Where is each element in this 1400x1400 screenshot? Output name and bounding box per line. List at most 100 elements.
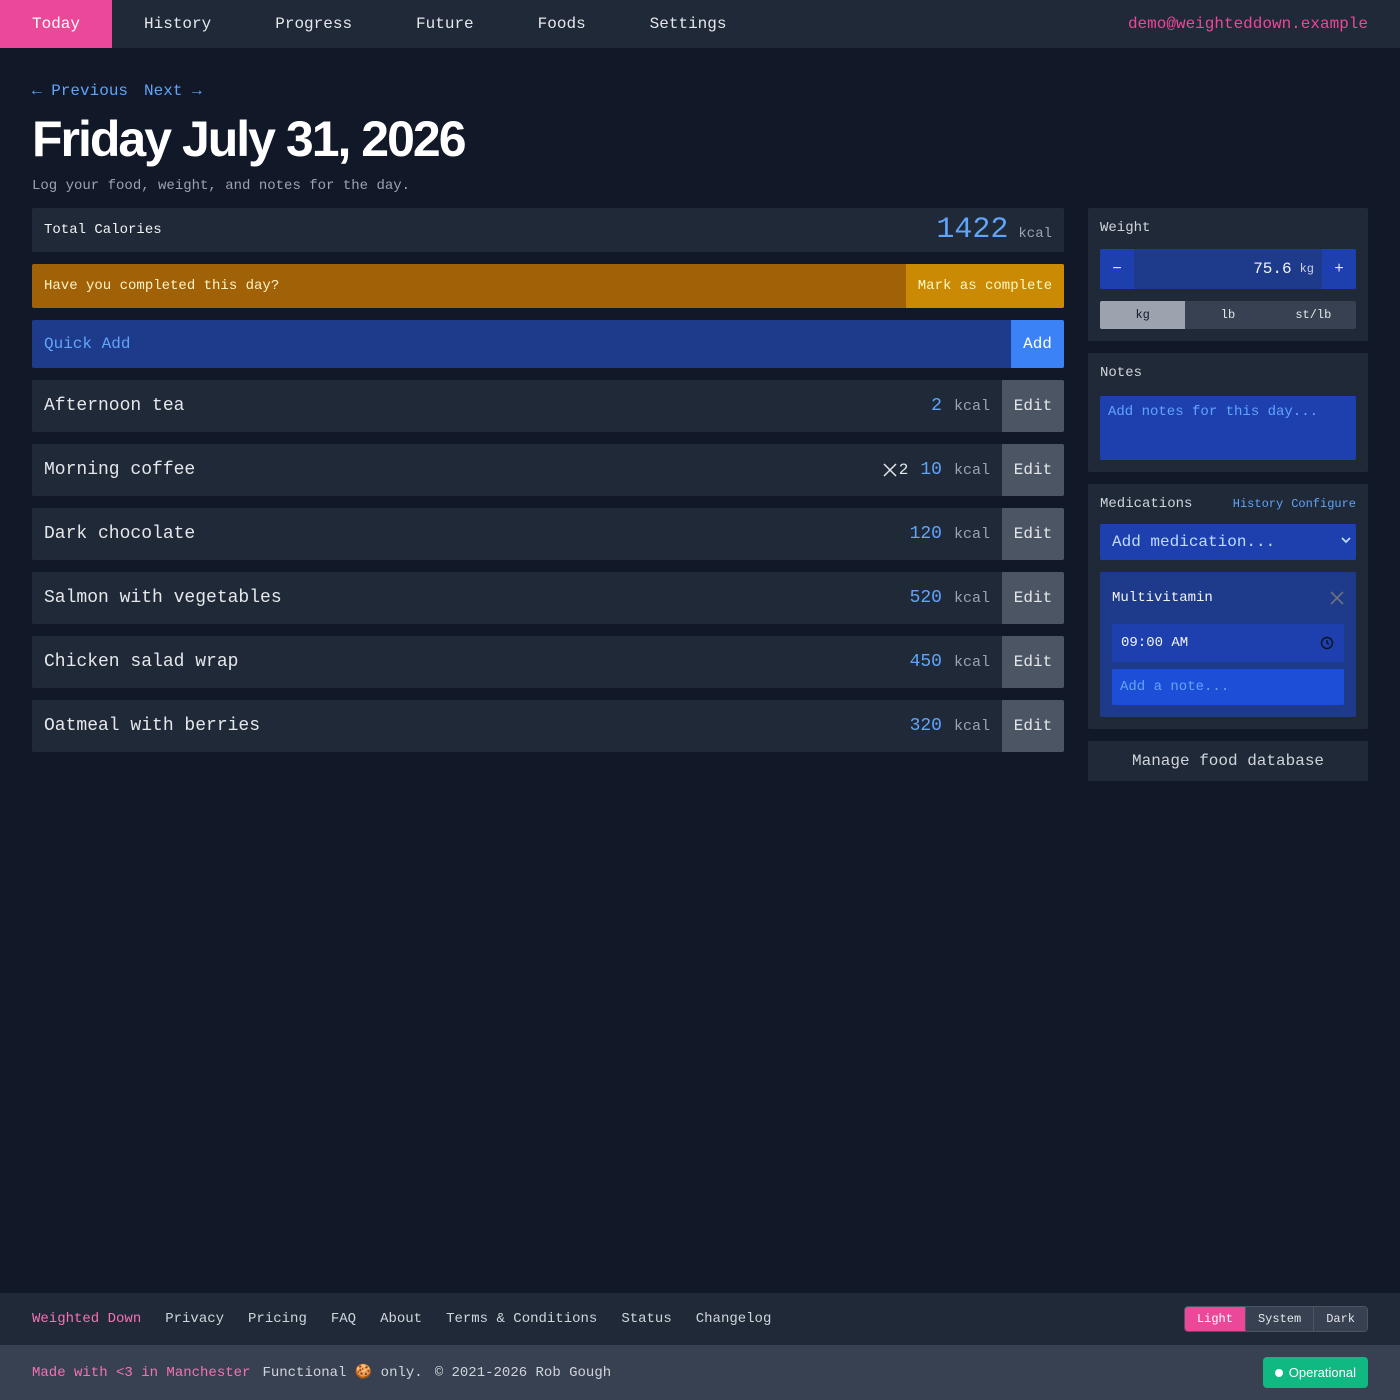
mark-complete-button[interactable]: Mark as complete: [906, 264, 1064, 308]
food-name: Chicken salad wrap: [44, 652, 239, 672]
medications-configure-link[interactable]: Configure: [1291, 497, 1356, 511]
next-day-link[interactable]: Next →: [144, 82, 202, 100]
nav-item-settings[interactable]: Settings: [618, 0, 759, 48]
medications-history-link[interactable]: History: [1233, 497, 1283, 511]
weight-decrease-button[interactable]: −: [1100, 249, 1134, 289]
page-title: Friday July 31, 2026: [32, 111, 467, 167]
weight-input[interactable]: 75.6 kg: [1134, 249, 1322, 289]
food-log-column: Total Calories 1422 kcal Have you comple…: [32, 208, 1064, 752]
weight-stepper: − 75.6 kg +: [1100, 249, 1356, 289]
food-kcal-unit: kcal: [953, 397, 990, 415]
date-navigation: ← Previous Next →: [32, 82, 202, 100]
food-kcal-unit: kcal: [953, 653, 990, 671]
close-icon[interactable]: [1330, 591, 1344, 605]
notes-panel: Notes Add notes for this day...: [1088, 353, 1368, 472]
medication-note-input[interactable]: Add a note...: [1112, 669, 1344, 705]
weight-value: 75.6: [1253, 260, 1292, 278]
edit-food-button[interactable]: Edit: [1002, 380, 1064, 432]
complete-day-question: Have you completed this day?: [44, 278, 280, 294]
food-kcal: 520: [909, 588, 942, 608]
medication-time-input[interactable]: 09:00 AM: [1112, 624, 1344, 662]
theme-toggle: Light System Dark: [1183, 1306, 1368, 1332]
nav-item-today[interactable]: Today: [0, 0, 113, 48]
copyright-text: © 2021-2026 Rob Gough: [434, 1364, 612, 1381]
previous-day-link[interactable]: ← Previous: [32, 82, 128, 100]
footer-links-bar: Weighted Down Privacy Pricing FAQ About …: [0, 1293, 1400, 1345]
edit-food-button[interactable]: Edit: [1002, 508, 1064, 560]
complete-day-banner: Have you completed this day? Mark as com…: [32, 264, 1064, 308]
food-kcal: 450: [909, 652, 942, 672]
weight-increase-button[interactable]: +: [1322, 249, 1356, 289]
medication-card: Multivitamin 09:00 AM Add a note...: [1100, 572, 1356, 717]
status-label: Operational: [1288, 1365, 1356, 1380]
food-kcal: 2: [931, 396, 942, 416]
food-entry[interactable]: Afternoon tea 2 kcal Edit: [32, 380, 1064, 432]
notes-title: Notes: [1100, 365, 1143, 381]
footer-brand-link[interactable]: Weighted Down: [32, 1311, 141, 1327]
theme-system-option[interactable]: System: [1244, 1307, 1314, 1331]
made-with-text: Made with <3 in Manchester: [32, 1364, 251, 1381]
food-name: Dark chocolate: [44, 524, 196, 544]
multiply-icon: [883, 463, 897, 477]
add-medication-select[interactable]: Add medication...: [1100, 524, 1356, 560]
chevron-down-icon: [1340, 533, 1352, 551]
status-badge[interactable]: Operational: [1262, 1357, 1368, 1388]
food-kcal-unit: kcal: [953, 717, 990, 735]
footer-link-status[interactable]: Status: [621, 1311, 671, 1327]
food-name: Salmon with vegetables: [44, 588, 282, 608]
weight-unit-toggle: kg lb st/lb: [1100, 301, 1356, 329]
food-kcal-unit: kcal: [953, 589, 990, 607]
weight-unit: kg: [1299, 262, 1314, 276]
footer-link-terms[interactable]: Terms & Conditions: [446, 1311, 597, 1327]
footer-link-privacy[interactable]: Privacy: [165, 1311, 224, 1327]
add-medication-select-value: Add medication...: [1112, 533, 1276, 551]
total-calories-unit: kcal: [1018, 226, 1052, 242]
footer-bottom-bar: Made with <3 in Manchester Functional 🍪 …: [0, 1345, 1400, 1400]
unit-stlb-option[interactable]: st/lb: [1271, 301, 1356, 329]
food-kcal: 10: [920, 460, 942, 480]
nav-item-future[interactable]: Future: [384, 0, 506, 48]
food-kcal-unit: kcal: [953, 461, 990, 479]
cookies-text: Functional 🍪 only.: [262, 1365, 423, 1381]
food-entry[interactable]: Oatmeal with berries 320 kcal Edit: [32, 700, 1064, 752]
food-kcal: 120: [909, 524, 942, 544]
edit-food-button[interactable]: Edit: [1002, 636, 1064, 688]
sidebar-column: Weight − 75.6 kg + kg lb st/lb Notes Add…: [1088, 208, 1368, 781]
footer-link-changelog[interactable]: Changelog: [696, 1311, 772, 1327]
manage-food-database-button[interactable]: Manage food database: [1088, 741, 1368, 781]
footer-link-pricing[interactable]: Pricing: [248, 1311, 307, 1327]
quick-add-input[interactable]: [32, 320, 1011, 368]
footer-link-faq[interactable]: FAQ: [331, 1311, 356, 1327]
nav-item-foods[interactable]: Foods: [506, 0, 618, 48]
medication-name: Multivitamin: [1112, 590, 1213, 606]
medications-panel: Medications History Configure Add medica…: [1088, 484, 1368, 729]
footer-link-about[interactable]: About: [380, 1311, 422, 1327]
total-calories-bar: Total Calories 1422 kcal: [32, 208, 1064, 252]
edit-food-button[interactable]: Edit: [1002, 700, 1064, 752]
total-calories-label: Total Calories: [44, 222, 162, 238]
quick-add-button[interactable]: Add: [1011, 320, 1064, 368]
notes-textarea[interactable]: Add notes for this day...: [1100, 396, 1356, 460]
food-entry[interactable]: Morning coffee 2 10 kcal Edit: [32, 444, 1064, 496]
food-kcal-unit: kcal: [953, 525, 990, 543]
nav-item-progress[interactable]: Progress: [243, 0, 384, 48]
food-kcal: 320: [909, 716, 942, 736]
user-email-link[interactable]: demo@weighteddown.example: [1128, 15, 1400, 33]
edit-food-button[interactable]: Edit: [1002, 572, 1064, 624]
food-entry[interactable]: Dark chocolate 120 kcal Edit: [32, 508, 1064, 560]
food-entry[interactable]: Chicken salad wrap 450 kcal Edit: [32, 636, 1064, 688]
nav-item-history[interactable]: History: [112, 0, 243, 48]
theme-light-option[interactable]: Light: [1184, 1307, 1245, 1331]
food-name: Oatmeal with berries: [44, 716, 261, 736]
unit-lb-option[interactable]: lb: [1185, 301, 1270, 329]
edit-food-button[interactable]: Edit: [1002, 444, 1064, 496]
top-nav: Today History Progress Future Foods Sett…: [0, 0, 1400, 48]
clock-icon: [1320, 636, 1334, 650]
status-dot-icon: [1274, 1368, 1283, 1377]
unit-kg-option[interactable]: kg: [1100, 301, 1186, 329]
medications-title: Medications: [1100, 496, 1193, 512]
food-name: Afternoon tea: [44, 396, 185, 416]
page-subtitle: Log your food, weight, and notes for the…: [32, 178, 411, 194]
theme-dark-option[interactable]: Dark: [1313, 1307, 1367, 1331]
food-entry[interactable]: Salmon with vegetables 520 kcal Edit: [32, 572, 1064, 624]
